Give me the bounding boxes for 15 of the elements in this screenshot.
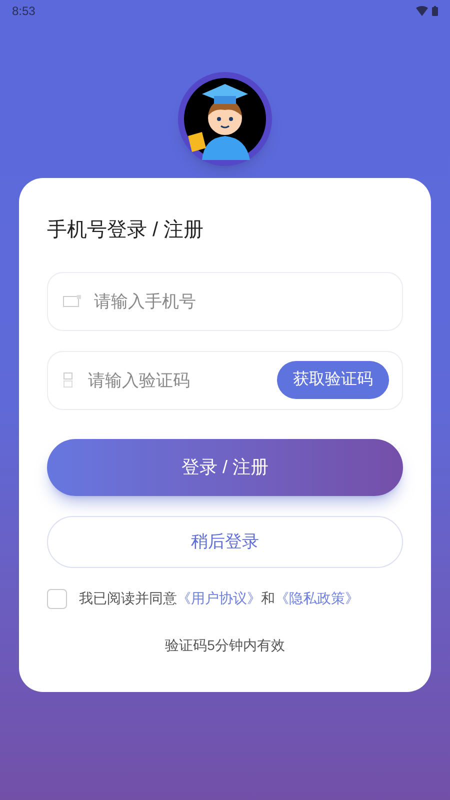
phone-icon xyxy=(63,295,81,307)
user-agreement-link[interactable]: 《用户协议》 xyxy=(177,590,261,606)
lock-icon xyxy=(63,372,73,388)
status-time: 8:53 xyxy=(12,3,36,20)
code-validity-note: 验证码5分钟内有效 xyxy=(164,636,286,655)
login-button[interactable]: 登录 / 注册 xyxy=(47,439,403,496)
wifi-icon xyxy=(416,6,428,16)
get-code-button[interactable]: 获取验证码 xyxy=(277,361,389,399)
agreement-checkbox[interactable] xyxy=(47,588,67,608)
privacy-policy-link[interactable]: 《隐私政策》 xyxy=(275,590,359,606)
login-later-button[interactable]: 稍后登录 xyxy=(47,516,403,568)
battery-icon xyxy=(432,6,438,16)
form-title: 手机号登录 / 注册 xyxy=(47,218,205,243)
agreement-text: 我已阅读并同意《用户协议》和《隐私政策》 xyxy=(79,589,359,608)
phone-input-field[interactable]: 请输入手机号 xyxy=(47,272,403,331)
